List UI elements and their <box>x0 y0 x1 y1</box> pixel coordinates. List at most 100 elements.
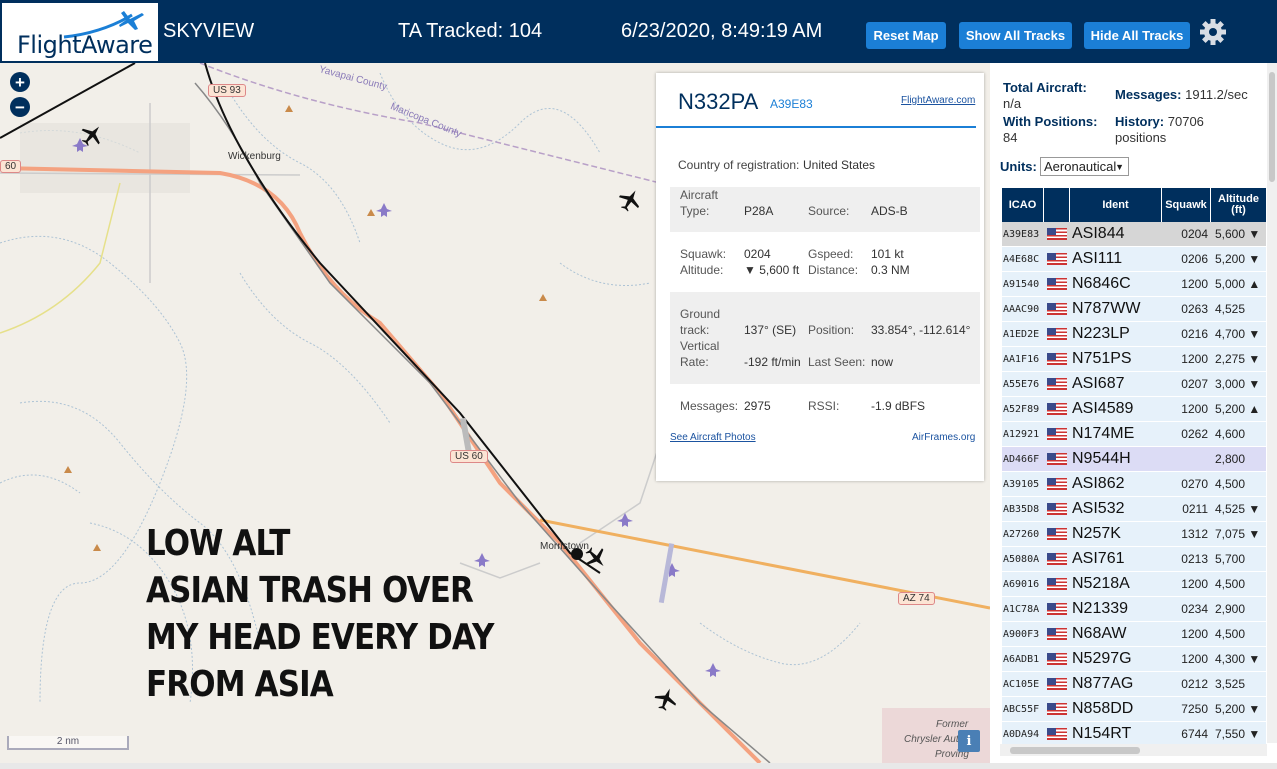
col-altitude[interactable]: Altitude (ft) <box>1211 188 1266 222</box>
altitude-cell: 3,525 <box>1215 677 1246 691</box>
reset-map-button[interactable]: Reset Map <box>866 22 946 49</box>
table-row[interactable]: A5080A ASI761 0213 5,700 <box>1002 547 1266 572</box>
ident-cell: N6846C <box>1072 275 1131 292</box>
flag-cell <box>1044 428 1070 440</box>
icao-cell: AD466F <box>1003 453 1040 465</box>
gear-icon[interactable] <box>1198 17 1228 47</box>
ident-cell: N21339 <box>1072 600 1129 617</box>
flag-cell <box>1044 378 1070 390</box>
aircraft-icon[interactable] <box>654 687 678 711</box>
ident-cell: N751PS <box>1072 350 1132 367</box>
flag-cell <box>1044 253 1070 265</box>
vertical-scroll-thumb[interactable] <box>1269 72 1275 182</box>
history-stat: History: 70706 positions <box>1115 114 1204 146</box>
table-row[interactable]: AC105E N877AG 0212 3,525 <box>1002 672 1266 697</box>
altitude-cell: 4,300 ▼ <box>1215 652 1261 666</box>
messages-label: Messages: <box>1115 87 1182 102</box>
table-row[interactable]: A39E83 ASI844 0204 5,600 ▼ <box>1002 222 1266 247</box>
icao-cell: A27260 <box>1003 528 1040 540</box>
table-row[interactable]: A69016 N5218A 1200 4,500 <box>1002 572 1266 597</box>
horizontal-scroll-thumb[interactable] <box>1010 747 1140 754</box>
table-row[interactable]: ABC55F N858DD 7250 5,200 ▼ <box>1002 697 1266 722</box>
table-row[interactable]: A1C78A N21339 0234 2,900 <box>1002 597 1266 622</box>
altitude-cell: 2,900 <box>1215 602 1246 616</box>
flag-cell <box>1044 653 1070 665</box>
town-label: Wickenburg <box>228 151 281 162</box>
source-value: ADS-B <box>871 204 908 218</box>
icao-cell: A4E68C <box>1003 253 1040 265</box>
col-squawk[interactable]: Squawk <box>1162 188 1211 222</box>
table-row[interactable]: A6ADB1 N5297G 1200 4,300 ▼ <box>1002 647 1266 672</box>
flightaware-link[interactable]: FlightAware.com <box>901 95 975 106</box>
icao-cell: AAAC90 <box>1003 303 1040 315</box>
squawk-cell: 0263 <box>1181 302 1208 316</box>
altitude-cell: 2,800 <box>1215 452 1246 466</box>
ident-cell: ASI862 <box>1072 475 1125 492</box>
table-row[interactable]: AA1F16 N751PS 1200 2,275 ▼ <box>1002 347 1266 372</box>
ident-cell: N787WW <box>1072 300 1141 317</box>
icao-cell: A1ED2E <box>1003 328 1040 340</box>
us-flag-icon <box>1047 228 1067 240</box>
ident-cell: N68AW <box>1072 625 1127 642</box>
table-row[interactable]: A39105 ASI862 0270 4,500 <box>1002 472 1266 497</box>
col-icao[interactable]: ICAO <box>1002 188 1044 222</box>
table-row[interactable]: A55E76 ASI687 0207 3,000 ▼ <box>1002 372 1266 397</box>
zoom-in-button[interactable]: + <box>10 72 30 92</box>
table-row[interactable]: AB35D8 ASI532 0211 4,525 ▼ <box>1002 497 1266 522</box>
zoom-out-button[interactable]: − <box>10 97 30 117</box>
us-flag-icon <box>1047 428 1067 440</box>
hide-all-tracks-button[interactable]: Hide All Tracks <box>1084 22 1190 49</box>
ident-cell: N174ME <box>1072 425 1135 442</box>
aircraft-icon[interactable] <box>618 188 642 212</box>
squawk-cell: 0204 <box>1181 227 1208 241</box>
table-row[interactable]: A27260 N257K 1312 7,075 ▼ <box>1002 522 1266 547</box>
aircraft-icon[interactable] <box>80 123 104 147</box>
flag-cell <box>1044 603 1070 615</box>
col-ident[interactable]: Ident <box>1070 188 1162 222</box>
ident-cell: N257K <box>1072 525 1121 542</box>
history-label: History: <box>1115 114 1165 129</box>
position-value: 33.854°, -112.614° <box>871 323 971 337</box>
road-shield: US 60 <box>450 450 488 463</box>
aircraft-type-value: P28A <box>744 204 774 218</box>
history-value: 70706 <box>1167 114 1204 129</box>
us-flag-icon <box>1047 353 1067 365</box>
ident-cell: N223LP <box>1072 325 1130 342</box>
table-row[interactable]: AD466F N9544H 2,800 <box>1002 447 1266 472</box>
flag-cell <box>1044 328 1070 340</box>
table-row[interactable]: A4E68C ASI111 0206 5,200 ▼ <box>1002 247 1266 272</box>
ident-cell: ASI532 <box>1072 500 1125 517</box>
us-flag-icon <box>1047 578 1067 590</box>
info-button[interactable]: i <box>958 730 980 752</box>
us-flag-icon <box>1047 728 1067 740</box>
table-row[interactable]: A52F89 ASI4589 1200 5,200 ▲ <box>1002 397 1266 422</box>
altitude-cell: 4,525 <box>1215 302 1246 316</box>
table-row[interactable]: A1ED2E N223LP 0216 4,700 ▼ <box>1002 322 1266 347</box>
vertical-rate-value: -192 ft/min <box>744 355 801 369</box>
squawk-cell: 1312 <box>1181 527 1208 541</box>
table-row[interactable]: A900F3 N68AW 1200 4,500 <box>1002 622 1266 647</box>
flag-cell <box>1044 303 1070 315</box>
overlay-caption: LOW ALT ASIAN TRASH OVER MY HEAD EVERY D… <box>146 520 494 708</box>
us-flag-icon <box>1047 553 1067 565</box>
squawk-cell: 0211 <box>1182 502 1208 516</box>
country-value: United States <box>803 158 876 172</box>
flag-cell <box>1044 678 1070 690</box>
flag-cell <box>1044 728 1070 740</box>
squawk-cell: 1200 <box>1181 277 1208 291</box>
ident-cell: N154RT <box>1072 725 1132 742</box>
show-all-tracks-button[interactable]: Show All Tracks <box>959 22 1072 49</box>
icao-cell: A6ADB1 <box>1003 653 1040 665</box>
flightaware-logo[interactable]: FlightAware <box>2 3 158 61</box>
col-flag[interactable] <box>1044 188 1070 222</box>
airframes-link[interactable]: AirFrames.org <box>912 432 975 443</box>
units-select[interactable]: Aeronautical <box>1040 157 1129 176</box>
caption-line: FROM ASIA <box>146 664 334 705</box>
table-row[interactable]: A12921 N174ME 0262 4,600 <box>1002 422 1266 447</box>
altitude-cell: 5,200 ▲ <box>1215 402 1261 416</box>
table-row[interactable]: A91540 N6846C 1200 5,000 ▲ <box>1002 272 1266 297</box>
table-row[interactable]: AAAC90 N787WW 0263 4,525 <box>1002 297 1266 322</box>
vertical-rate-label: Vertical Rate: <box>680 339 720 369</box>
aircraft-photos-link[interactable]: See Aircraft Photos <box>670 432 756 443</box>
bottom-edge <box>0 763 1277 769</box>
